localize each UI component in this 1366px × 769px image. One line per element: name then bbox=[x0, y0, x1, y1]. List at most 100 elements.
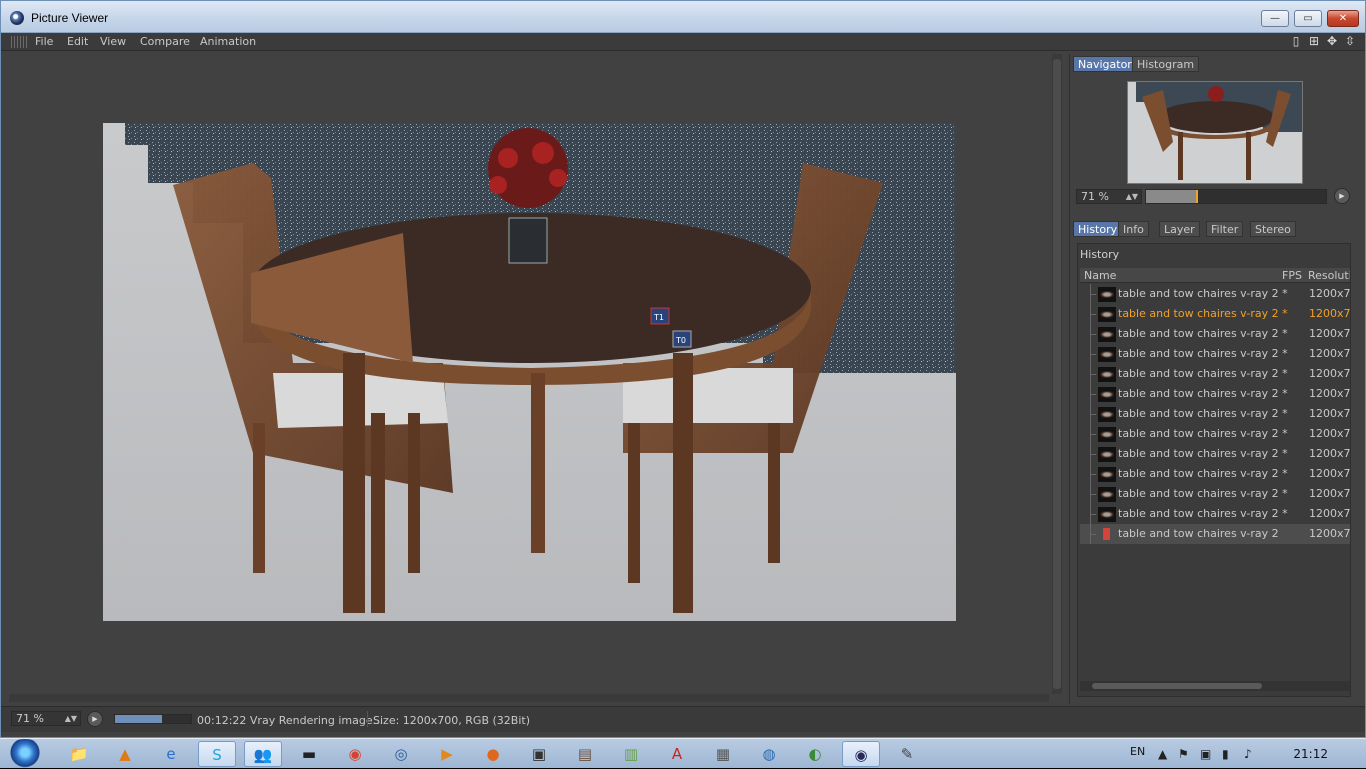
tree-line bbox=[1090, 404, 1096, 424]
render-tag-t1: T1 bbox=[653, 313, 664, 322]
history-row[interactable]: table and tow chaires v-ray 2 * 1200x700 bbox=[1080, 484, 1350, 504]
history-row-resolution: 1200x700 bbox=[1309, 327, 1350, 340]
camera-icon[interactable]: ◍ bbox=[750, 741, 788, 767]
minimize-button[interactable]: — bbox=[1261, 10, 1289, 27]
render-scene: T1 T0 bbox=[103, 123, 956, 621]
vlc-icon[interactable]: ▲ bbox=[106, 741, 144, 767]
tree-line bbox=[1090, 344, 1096, 364]
windows-taskbar: 📁 ▲ e S 👥 ▬ ◉ ◎ ▶ ● ▣ ▤ ▥ A ▦ ◍ ◐ ◉ ✎ EN ▲ ⚑ ▣ ▮ ♪ 21:12 bbox=[0, 738, 1366, 769]
history-row-name: table and tow chaires v-ray 2 * bbox=[1118, 327, 1288, 340]
history-row-name: table and tow chaires v-ray 2 * bbox=[1118, 447, 1288, 460]
column-name[interactable]: Name bbox=[1084, 269, 1116, 282]
history-row[interactable]: table and tow chaires v-ray 2 * 1200x700 bbox=[1080, 344, 1350, 364]
history-row[interactable]: table and tow chaires v-ray 2 * 1200x700 bbox=[1080, 404, 1350, 424]
firefox-icon[interactable]: ● bbox=[474, 741, 512, 767]
tree-line bbox=[1090, 484, 1096, 504]
grip-icon[interactable] bbox=[11, 36, 27, 48]
volume-icon[interactable]: ♪ bbox=[1244, 747, 1252, 761]
history-row-name: table and tow chaires v-ray 2 * bbox=[1118, 407, 1288, 420]
network-icon[interactable]: ▮ bbox=[1222, 747, 1229, 761]
history-row[interactable]: table and tow chaires v-ray 2 * 1200x700 bbox=[1080, 424, 1350, 444]
globe-icon[interactable]: ◐ bbox=[796, 741, 834, 767]
chrome-icon[interactable]: ◉ bbox=[336, 741, 374, 767]
history-thumbnail-icon bbox=[1098, 427, 1116, 442]
close-button[interactable]: ✕ bbox=[1327, 10, 1359, 27]
tab-history[interactable]: History bbox=[1073, 221, 1123, 237]
status-zoom-field[interactable]: 71 % ▲▼ bbox=[11, 711, 81, 726]
navigator-thumbnail[interactable] bbox=[1127, 81, 1303, 184]
tab-histogram[interactable]: Histogram bbox=[1132, 56, 1200, 72]
history-row[interactable]: table and tow chaires v-ray 2 * 1200x700 bbox=[1080, 444, 1350, 464]
history-row-resolution: 1200x700 bbox=[1309, 407, 1350, 420]
history-row[interactable]: table and tow chaires v-ray 2 * 1200x700 bbox=[1080, 284, 1350, 304]
spinner-icon[interactable]: ▲▼ bbox=[1126, 190, 1138, 203]
archive-icon[interactable]: ▤ bbox=[566, 741, 604, 767]
tab-navigator[interactable]: Navigator bbox=[1073, 56, 1137, 72]
terminal-icon[interactable]: ▣ bbox=[520, 741, 558, 767]
tab-info[interactable]: Info bbox=[1118, 221, 1149, 237]
history-row-name: table and tow chaires v-ray 2 * bbox=[1118, 507, 1288, 520]
tab-filter[interactable]: Filter bbox=[1206, 221, 1244, 237]
history-row[interactable]: table and tow chaires v-ray 2 * 1200x700 bbox=[1080, 504, 1350, 524]
render-status-text: 00:12:22 Vray Rendering image... bbox=[197, 714, 384, 727]
history-row[interactable]: table and tow chaires v-ray 2 * 1200x700 bbox=[1080, 364, 1350, 384]
status-spinner-icon[interactable]: ▲▼ bbox=[65, 712, 77, 725]
tree-line bbox=[1090, 284, 1096, 304]
tab-stereo[interactable]: Stereo bbox=[1250, 221, 1296, 237]
navigator-zoom-value: 71 % bbox=[1081, 190, 1109, 203]
skype-icon[interactable]: S bbox=[198, 741, 236, 767]
viewport-horizontal-scrollbar[interactable] bbox=[9, 694, 1049, 702]
new-window-icon[interactable]: ⊞ bbox=[1307, 34, 1321, 48]
device-icon[interactable]: ▣ bbox=[1200, 747, 1211, 761]
people-icon[interactable]: 👥 bbox=[244, 741, 282, 767]
history-row[interactable]: table and tow chaires v-ray 2 * 1200x700 bbox=[1080, 464, 1350, 484]
move-icon[interactable]: ✥ bbox=[1325, 34, 1339, 48]
history-row[interactable]: table and tow chaires v-ray 2 * 1200x700 bbox=[1080, 324, 1350, 344]
history-row[interactable]: table and tow chaires v-ray 2 * 1200x700 bbox=[1080, 304, 1350, 324]
clock[interactable]: 21:12 bbox=[1293, 747, 1328, 761]
panel-layout-icon[interactable]: ▯ bbox=[1289, 34, 1303, 48]
menu-view[interactable]: View bbox=[100, 35, 126, 48]
navigator-play-icon[interactable]: ▶ bbox=[1334, 188, 1350, 204]
menu-compare[interactable]: Compare bbox=[140, 35, 190, 48]
language-indicator[interactable]: EN bbox=[1130, 745, 1145, 758]
explorer-icon[interactable]: 📁 bbox=[60, 741, 98, 767]
notepad-icon[interactable]: ▥ bbox=[612, 741, 650, 767]
menu-file[interactable]: File bbox=[35, 35, 53, 48]
navigator-zoom-slider[interactable] bbox=[1145, 189, 1327, 204]
start-button[interactable] bbox=[4, 739, 46, 769]
history-row[interactable]: table and tow chaires v-ray 2 1200x700 bbox=[1080, 524, 1350, 544]
history-row[interactable]: table and tow chaires v-ray 2 * 1200x700 bbox=[1080, 384, 1350, 404]
column-resolution[interactable]: Resolution bbox=[1308, 269, 1350, 282]
window-title: Picture Viewer bbox=[31, 11, 109, 25]
navigator-zoom-slider-knob[interactable] bbox=[1196, 190, 1199, 203]
navigator-zoom-field[interactable]: 71 % ▲▼ bbox=[1076, 189, 1142, 204]
tab-layer[interactable]: Layer bbox=[1159, 221, 1200, 237]
flag-icon[interactable]: ⚑ bbox=[1178, 747, 1189, 761]
column-fps[interactable]: FPS bbox=[1282, 269, 1302, 282]
media-player-icon[interactable]: ▶ bbox=[428, 741, 466, 767]
history-horizontal-scrollbar[interactable] bbox=[1080, 681, 1350, 691]
media-icon[interactable]: ▬ bbox=[290, 741, 328, 767]
cinema4d-icon[interactable]: ◉ bbox=[842, 741, 880, 767]
status-play-icon[interactable]: ▶ bbox=[87, 711, 103, 727]
menu-animation[interactable]: Animation bbox=[200, 35, 256, 48]
navigator-zoom-slider-fill bbox=[1146, 190, 1197, 203]
internet-explorer-icon[interactable]: e bbox=[152, 741, 190, 767]
expand-icon[interactable]: ⇳ bbox=[1343, 34, 1357, 48]
menu-edit[interactable]: Edit bbox=[67, 35, 88, 48]
history-row-name: table and tow chaires v-ray 2 * bbox=[1118, 347, 1288, 360]
pdf-icon[interactable]: A bbox=[658, 741, 696, 767]
title-bar[interactable]: Picture Viewer — ▭ ✕ bbox=[1, 1, 1365, 33]
history-row-resolution: 1200x700 bbox=[1309, 387, 1350, 400]
image-viewport[interactable]: T1 T0 bbox=[9, 54, 1049, 694]
show-hidden-icons-icon[interactable]: ▲ bbox=[1158, 747, 1167, 761]
viewport-vertical-scrollbar[interactable] bbox=[1052, 54, 1062, 694]
maximize-button[interactable]: ▭ bbox=[1294, 10, 1322, 27]
history-row-resolution: 1200x700 bbox=[1309, 427, 1350, 440]
messenger-icon[interactable]: ◎ bbox=[382, 741, 420, 767]
tool-icon[interactable]: ✎ bbox=[888, 741, 926, 767]
app-icon[interactable]: ▦ bbox=[704, 741, 742, 767]
history-row-name: table and tow chaires v-ray 2 * bbox=[1118, 427, 1288, 440]
history-row-name: table and tow chaires v-ray 2 bbox=[1118, 527, 1279, 540]
